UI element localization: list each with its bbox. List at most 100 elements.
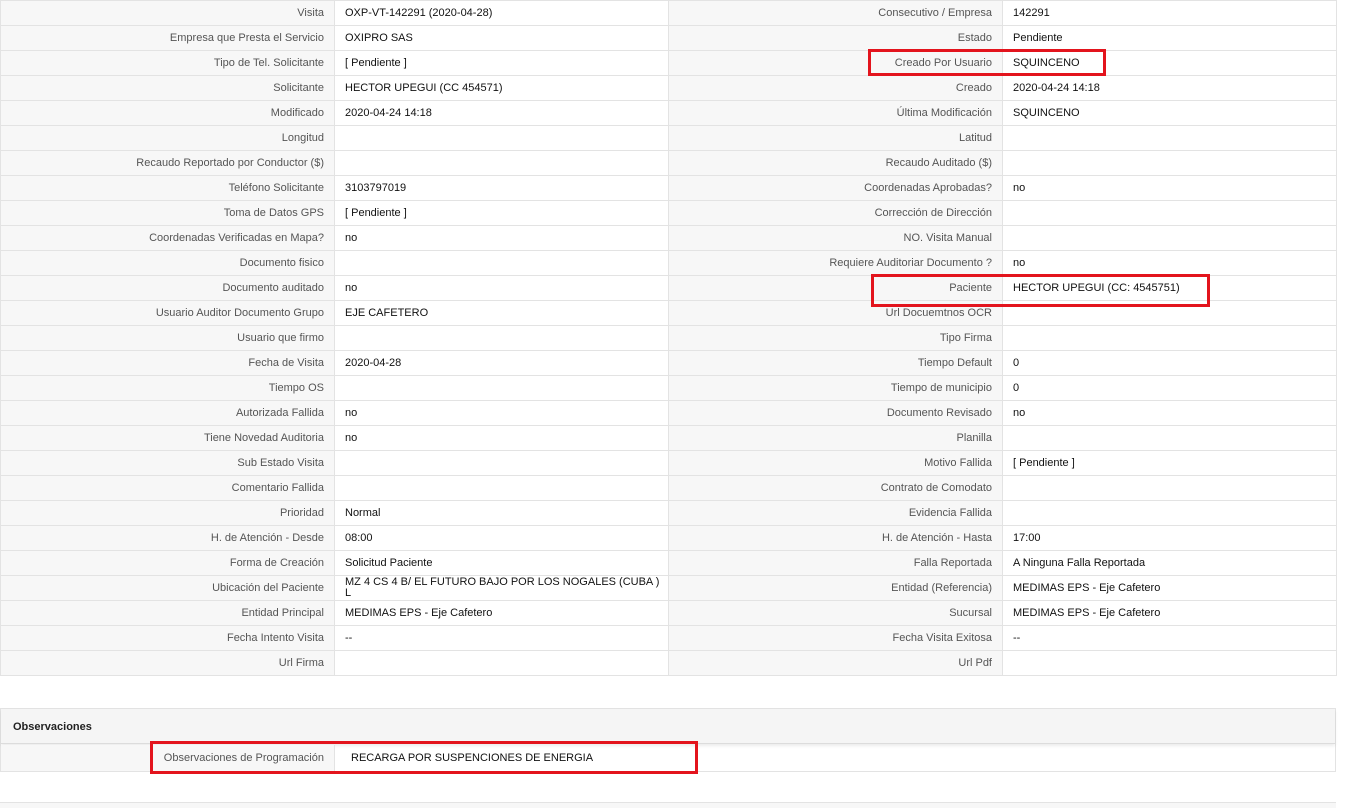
detail-row: Recaudo Reportado por Conductor ($) Recau… [0, 150, 1337, 176]
field-value: no [334, 275, 669, 301]
field-value: Solicitud Paciente [334, 550, 669, 576]
field-label: Corrección de Dirección [668, 200, 1003, 226]
field-value: 142291 [1002, 0, 1337, 26]
field-label: Modificado [0, 100, 335, 126]
field-value: 0 [1002, 375, 1337, 401]
field-label: Forma de Creación [0, 550, 335, 576]
detail-row: Toma de Datos GPS[ Pendiente ] Corrección… [0, 200, 1337, 226]
field-value [1002, 475, 1337, 501]
field-value: MEDIMAS EPS - Eje Cafetero [1002, 600, 1337, 626]
field-value [1002, 225, 1337, 251]
field-label: Url Pdf [668, 650, 1003, 676]
field-label: Tiempo Default [668, 350, 1003, 376]
detail-row: Entidad Principal MEDIMAS EPS - Eje Cafet… [0, 600, 1337, 626]
field-value: [ Pendiente ] [334, 200, 669, 226]
field-value [1002, 325, 1337, 351]
field-label: Estado [668, 25, 1003, 51]
field-label: Ubicación del Paciente [0, 575, 335, 601]
field-label: Coordenadas Verificadas en Mapa? [0, 225, 335, 251]
field-value: [ Pendiente ] [1002, 450, 1337, 476]
field-label: Usuario Auditor Documento Grupo [0, 300, 335, 326]
field-label: Creado Por Usuario [668, 50, 1003, 76]
field-label: Fecha Visita Exitosa [668, 625, 1003, 651]
field-value: Normal [334, 500, 669, 526]
field-label: Documento Revisado [668, 400, 1003, 426]
detail-row: H. de Atención - Desde 08:00 H. de Atenció… [0, 525, 1337, 551]
field-value [1002, 425, 1337, 451]
field-label: Evidencia Fallida [668, 500, 1003, 526]
field-value: HECTOR UPEGUI (CC 454571) [334, 75, 669, 101]
observaciones-header: Observaciones [1, 709, 1335, 744]
field-value: 2020-04-24 14:18 [1002, 75, 1337, 101]
field-value [334, 475, 669, 501]
observaciones-panel: Observaciones Observaciones de Programac… [0, 708, 1336, 772]
field-label: Solicitante [0, 75, 335, 101]
field-label: Documento fisico [0, 250, 335, 276]
field-label: H. de Atención - Desde [0, 525, 335, 551]
detail-row: Tiene Novedad Auditoria no Planilla [0, 425, 1337, 451]
field-label: Url Firma [0, 650, 335, 676]
detail-row: Coordenadas Verificadas en Mapa? no NO. Vi… [0, 225, 1337, 251]
field-label: Sucursal [668, 600, 1003, 626]
field-value: SQUINCENO [1002, 100, 1337, 126]
field-label: Tiempo OS [0, 375, 335, 401]
field-value: -- [334, 625, 669, 651]
next-panel-edge [0, 802, 1336, 808]
field-label: Fecha de Visita [0, 350, 335, 376]
detail-row: Tiempo OS Tiempo de municipio 0 [0, 375, 1337, 401]
field-label: Recaudo Reportado por Conductor ($) [0, 150, 335, 176]
field-value: OXIPRO SAS [334, 25, 669, 51]
field-label: Entidad (Referencia) [668, 575, 1003, 601]
field-label: Recaudo Auditado ($) [668, 150, 1003, 176]
field-value: 2020-04-28 [334, 350, 669, 376]
field-label: Motivo Fallida [668, 450, 1003, 476]
field-label: Autorizada Fallida [0, 400, 335, 426]
field-value [1002, 125, 1337, 151]
detail-row: Comentario Fallida Contrato de Comodato [0, 475, 1337, 501]
field-label: Última Modificación [668, 100, 1003, 126]
field-label: Documento auditado [0, 275, 335, 301]
field-label: Creado [668, 75, 1003, 101]
field-label: Coordenadas Aprobadas? [668, 175, 1003, 201]
field-value: 08:00 [334, 525, 669, 551]
field-value: 17:00 [1002, 525, 1337, 551]
detail-row: Solicitante HECTOR UPEGUI (CC 454571) Crea… [0, 75, 1337, 101]
field-label: Consecutivo / Empresa [668, 0, 1003, 26]
detail-row: Ubicación del Paciente MZ 4 CS 4 B/ EL FU… [0, 575, 1337, 601]
detail-row: Documento auditado no Paciente HECTOR UPEGU… [0, 275, 1337, 301]
detail-row: Fecha Intento Visita -- Fecha Visita Exito… [0, 625, 1337, 651]
field-value: no [1002, 175, 1337, 201]
detail-row: Sub Estado Visita Motivo Fallida[ Pendien… [0, 450, 1337, 476]
field-value [1002, 300, 1337, 326]
detail-row: Autorizada Fallida no Documento Revisado no [0, 400, 1337, 426]
field-label: Entidad Principal [0, 600, 335, 626]
field-label: Tipo de Tel. Solicitante [0, 50, 335, 76]
field-label: Latitud [668, 125, 1003, 151]
field-label: Paciente [668, 275, 1003, 301]
field-value: 2020-04-24 14:18 [334, 100, 669, 126]
field-label: Url Docuemtnos OCR [668, 300, 1003, 326]
field-value: [ Pendiente ] [334, 50, 669, 76]
field-value: MEDIMAS EPS - Eje Cafetero [1002, 575, 1337, 601]
observaciones-programacion-label: Observaciones de Programación [1, 745, 335, 771]
field-value: Pendiente [1002, 25, 1337, 51]
field-label: Requiere Auditoriar Documento ? [668, 250, 1003, 276]
detail-row: Prioridad Normal Evidencia Fallida [0, 500, 1337, 526]
field-label: Longitud [0, 125, 335, 151]
field-value: SQUINCENO [1002, 50, 1337, 76]
field-label: Tiempo de municipio [668, 375, 1003, 401]
detail-row: Longitud Latitud [0, 125, 1337, 151]
detail-row: Visita OXP-VT-142291 (2020-04-28) Consecut… [0, 0, 1337, 26]
field-value [334, 650, 669, 676]
field-value: 0 [1002, 350, 1337, 376]
field-value: A Ninguna Falla Reportada [1002, 550, 1337, 576]
detail-row: Url Firma Url Pdf [0, 650, 1337, 676]
visit-details-table: Visita OXP-VT-142291 (2020-04-28) Consecut… [0, 0, 1337, 676]
field-label: Contrato de Comodato [668, 475, 1003, 501]
field-value [334, 450, 669, 476]
detail-row: Empresa que Presta el Servicio OXIPRO SAS… [0, 25, 1337, 51]
field-value [1002, 200, 1337, 226]
field-label: Teléfono Solicitante [0, 175, 335, 201]
detail-row: Usuario Auditor Documento Grupo EJE CAFET… [0, 300, 1337, 326]
detail-row: Forma de Creación Solicitud Paciente Falla… [0, 550, 1337, 576]
